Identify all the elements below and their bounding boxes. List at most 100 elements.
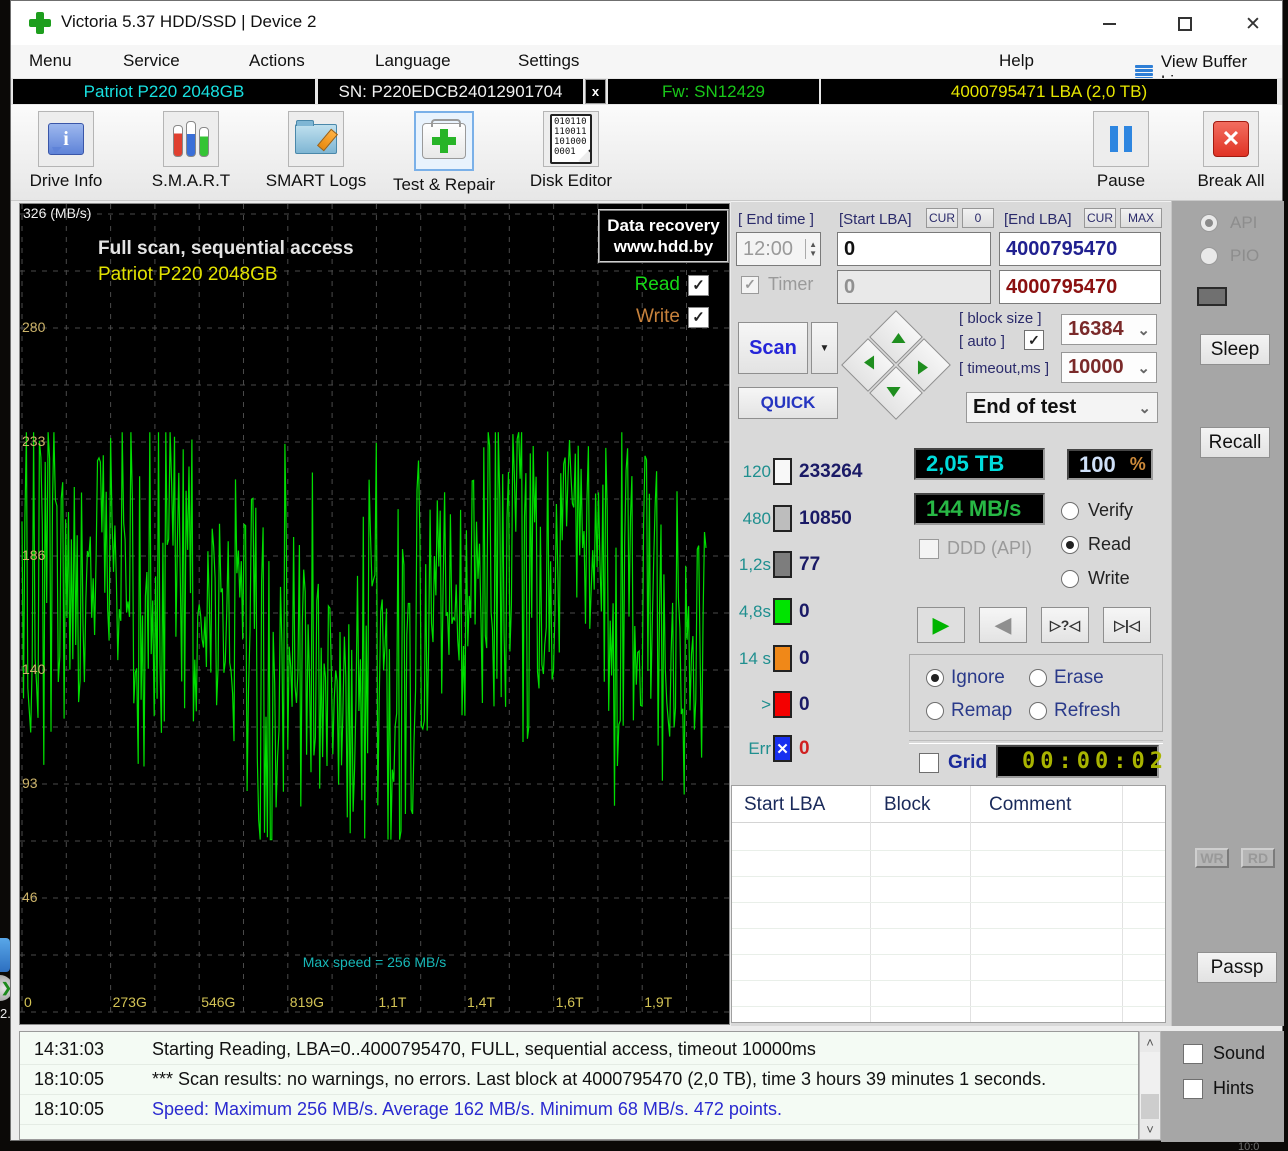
write-checkbox[interactable]: ✓	[688, 307, 709, 328]
grid-option[interactable]: Grid	[919, 752, 987, 774]
first-aid-cross-icon	[422, 123, 466, 159]
quick-button[interactable]: QUICK	[738, 387, 838, 419]
ddd-option[interactable]: DDD (API)	[919, 538, 1032, 559]
hints-checkbox[interactable]	[1183, 1079, 1203, 1099]
end-lba-max-button[interactable]: MAX	[1120, 208, 1162, 228]
read-legend-row: Read ✓	[620, 274, 709, 296]
api-radio[interactable]	[1200, 214, 1218, 232]
menu-item-settings[interactable]: Settings	[518, 51, 579, 71]
disk-editor-button[interactable]: 010110 110011 101000 0001 Disk Editor	[516, 111, 626, 191]
auto-checkbox[interactable]: ✓	[1024, 330, 1044, 350]
smart-logs-button[interactable]: SMART Logs	[261, 111, 371, 191]
drive-info-button[interactable]: i Drive Info	[11, 111, 121, 191]
x-tick-label: 1,6T	[556, 994, 584, 1010]
remap-radio[interactable]	[926, 702, 944, 720]
error-x-icon: ✕	[773, 735, 792, 762]
taskbar-clock-fragment: 10:0	[1238, 1141, 1259, 1151]
graph-subtitle: Patriot P220 2048GB	[98, 264, 278, 286]
start-lba-zero-button[interactable]: 0	[962, 208, 994, 228]
ddd-checkbox[interactable]	[919, 539, 939, 559]
log-output[interactable]: 14:31:03 Starting Reading, LBA=0..400079…	[19, 1031, 1139, 1140]
pause-button[interactable]: Pause	[1066, 111, 1176, 191]
sound-option[interactable]: Sound	[1183, 1043, 1265, 1064]
maximize-button[interactable]	[1169, 13, 1201, 35]
column-header-start-lba: Start LBA	[744, 794, 825, 816]
recall-button[interactable]: Recall	[1200, 427, 1270, 458]
start-lba-cur-button[interactable]: CUR	[926, 208, 958, 228]
close-button[interactable]: ✕	[1237, 13, 1269, 35]
spinner-arrows[interactable]: ▲ ▼	[805, 239, 820, 259]
timer-label: Timer	[768, 274, 813, 295]
mode-verify-option[interactable]: Verify	[1061, 500, 1133, 521]
refresh-radio[interactable]	[1029, 702, 1047, 720]
verify-jump-button[interactable]: ▷?◁	[1041, 607, 1089, 643]
timeout-combo[interactable]: 10000 ⌄	[1061, 352, 1157, 383]
break-x-icon: ✕	[1213, 121, 1249, 157]
action-ignore-option[interactable]: Ignore	[926, 667, 1005, 689]
desktop-icon-fragment	[0, 938, 10, 972]
action-erase-option[interactable]: Erase	[1029, 667, 1104, 689]
victoria-app-window: Victoria 5.37 HDD/SSD | Device 2 ✕ Menu …	[10, 0, 1283, 1141]
api-option[interactable]: API	[1200, 213, 1257, 233]
menu-item-service[interactable]: Service	[123, 51, 180, 71]
block-size-label: [ block size ]	[959, 310, 1042, 327]
passp-button[interactable]: Passp	[1197, 952, 1277, 983]
verify-radio[interactable]	[1061, 502, 1079, 520]
read-radio[interactable]	[1061, 536, 1079, 554]
start-lba-input[interactable]: 0	[837, 232, 991, 266]
end-time-spinner[interactable]: 12:00 ▲ ▼	[736, 232, 821, 266]
mode-read-option[interactable]: Read	[1061, 534, 1131, 555]
grid-checkbox[interactable]	[919, 753, 939, 773]
pio-radio[interactable]	[1200, 247, 1218, 265]
log-scrollbar[interactable]: ˄ ˅	[1139, 1031, 1161, 1140]
smart-button[interactable]: S.M.A.R.T	[136, 111, 246, 191]
skip-to-end-button[interactable]: ▷|◁	[1103, 607, 1151, 643]
drive-info-icon: i	[48, 123, 84, 155]
end-lba-input-2[interactable]: 4000795470	[999, 270, 1161, 304]
erase-radio[interactable]	[1029, 669, 1047, 687]
pio-option[interactable]: PIO	[1200, 246, 1259, 266]
sound-checkbox[interactable]	[1183, 1044, 1203, 1064]
minimize-button[interactable]	[1093, 13, 1125, 35]
y-tick-label: 186	[22, 547, 45, 563]
block-size-combo[interactable]: 16384 ⌄	[1061, 314, 1157, 345]
elapsed-time-display: 00:00:02	[996, 745, 1159, 778]
scan-dropdown-button[interactable]: ▼	[811, 322, 838, 374]
scroll-up-button[interactable]: ˄	[1140, 1032, 1160, 1052]
ignore-radio[interactable]	[926, 669, 944, 687]
defect-action-group: Ignore Erase Remap Refresh	[909, 654, 1163, 732]
timer-checkbox[interactable]: ✓	[741, 276, 759, 294]
timer-option[interactable]: ✓ Timer	[741, 274, 813, 295]
mode-write-option[interactable]: Write	[1061, 568, 1130, 589]
end-of-test-combo[interactable]: End of test ⌄	[966, 392, 1158, 423]
defect-table[interactable]: Start LBA Block Comment	[731, 785, 1166, 1023]
end-lba-input[interactable]: 4000795470	[999, 232, 1161, 266]
end-lba-cur-button[interactable]: CUR	[1084, 208, 1116, 228]
end-time-label: [ End time ]	[738, 211, 814, 228]
menu-item-help[interactable]: Help	[999, 51, 1034, 71]
latency-color-block	[773, 551, 792, 578]
break-all-button[interactable]: ✕ Break All	[1176, 111, 1286, 191]
scroll-down-button[interactable]: ˅	[1140, 1119, 1160, 1139]
device-model: Patriot P220 2048GB	[13, 79, 315, 104]
wr-button[interactable]: WR	[1195, 848, 1229, 868]
rd-button[interactable]: RD	[1241, 848, 1275, 868]
menu-item-actions[interactable]: Actions	[249, 51, 305, 71]
graph-title: Full scan, sequential access	[98, 238, 354, 260]
start-lba-input-2[interactable]: 0	[837, 270, 991, 304]
action-remap-option[interactable]: Remap	[926, 700, 1012, 722]
hints-option[interactable]: Hints	[1183, 1078, 1254, 1099]
device-close-button[interactable]: x	[585, 79, 606, 104]
column-header-block: Block	[884, 794, 930, 816]
menu-item-language[interactable]: Language	[375, 51, 451, 71]
start-scan-button[interactable]: ▶	[917, 607, 965, 643]
test-repair-button[interactable]: Test & Repair	[389, 111, 499, 195]
write-radio[interactable]	[1061, 570, 1079, 588]
action-refresh-option[interactable]: Refresh	[1029, 700, 1121, 722]
menu-item-menu[interactable]: Menu	[29, 51, 72, 71]
sleep-button[interactable]: Sleep	[1200, 334, 1270, 365]
scan-button[interactable]: Scan	[738, 322, 808, 374]
read-checkbox[interactable]: ✓	[688, 275, 709, 296]
step-back-button[interactable]: ◀	[979, 607, 1027, 643]
y-tick-label: 140	[22, 661, 45, 677]
